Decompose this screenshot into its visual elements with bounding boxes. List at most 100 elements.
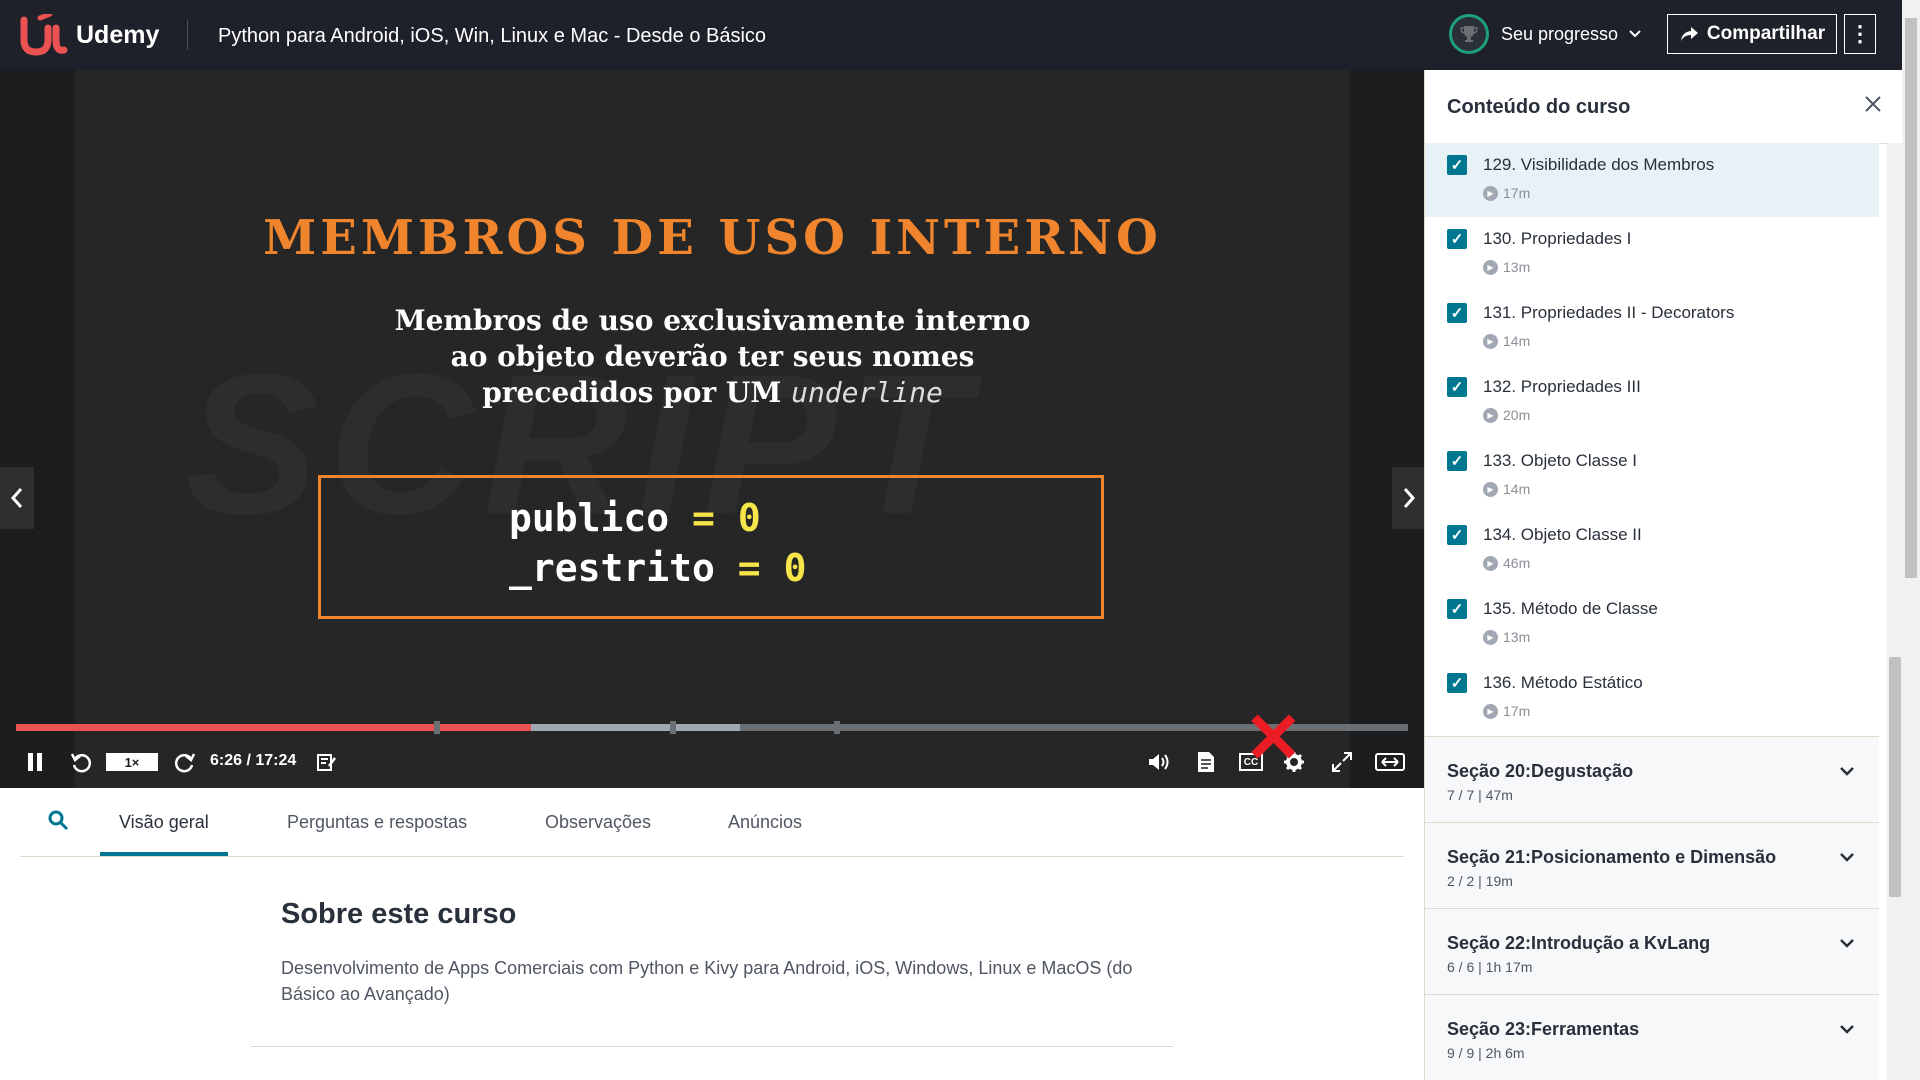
previous-lecture-button[interactable] (0, 467, 34, 529)
forward-button[interactable] (170, 737, 200, 787)
completed-checkbox[interactable]: ✓ (1447, 303, 1467, 323)
close-x-icon: ✕ (1244, 699, 1303, 777)
slide-line-italic: underline (791, 376, 943, 409)
progress-menu[interactable]: Seu progresso (1449, 14, 1644, 54)
section-meta: 7 / 7 | 47m (1447, 787, 1513, 803)
completed-checkbox[interactable]: ✓ (1447, 377, 1467, 397)
completed-checkbox[interactable]: ✓ (1447, 673, 1467, 693)
course-content-sidebar: Conteúdo do curso ✓ 129. Visibilidade dos… (1424, 70, 1920, 1080)
more-options-button[interactable]: ⋮ (1844, 14, 1876, 54)
close-icon (1865, 96, 1881, 112)
chapter-marker (834, 721, 840, 734)
about-title: Sobre este curso (281, 898, 517, 930)
code-operator: = (737, 546, 761, 590)
course-title[interactable]: Python para Android, iOS, Win, Linux e M… (218, 25, 766, 48)
completed-checkbox[interactable]: ✓ (1447, 599, 1467, 619)
video-slide: SCRIPT MEMBROS DE USO INTERNO Membros de… (75, 70, 1350, 788)
section-header[interactable]: Seção 22:Introdução a KvLang 6 / 6 | 1h 1… (1425, 908, 1879, 995)
play-icon: ▶ (1483, 629, 1498, 645)
volume-icon (1149, 754, 1169, 770)
header-divider (187, 20, 188, 50)
sidebar-scrollbar[interactable] (1887, 143, 1903, 1080)
lecture-item[interactable]: ✓ 131. Propriedades II - Decorators ▶ 14m (1425, 291, 1879, 365)
play-icon: ▶ (1483, 555, 1498, 571)
play-icon: ▶ (1483, 185, 1498, 201)
section-title: Seção 20:Degustação (1447, 761, 1634, 781)
section-header[interactable]: Seção 23:Ferramentas 9 / 9 | 2h 6m (1425, 994, 1879, 1080)
scrollbar-thumb[interactable] (1889, 657, 1901, 897)
pause-button[interactable] (20, 737, 50, 787)
slide-line: precedidos por UM underline (75, 375, 1350, 411)
next-lecture-button[interactable] (1392, 467, 1424, 529)
share-icon (1680, 27, 1698, 41)
completed-checkbox[interactable]: ✓ (1447, 155, 1467, 175)
lecture-item[interactable]: ✓ 130. Propriedades I ▶ 13m (1425, 217, 1879, 291)
add-note-button[interactable] (312, 737, 340, 787)
udemy-logo[interactable]: Udemy (20, 14, 159, 56)
duration-text: 13m (1503, 629, 1531, 645)
divider (251, 1046, 1173, 1047)
section-title: Seção 21:Posicionamento e Dimensão (1447, 847, 1777, 867)
lecture-item[interactable]: ✓ 133. Objeto Classe I ▶ 14m (1425, 439, 1879, 513)
lecture-item[interactable]: ✓ 129. Visibilidade dos Membros ▶ 17m (1425, 143, 1879, 217)
completed-checkbox[interactable]: ✓ (1447, 525, 1467, 545)
active-tab-indicator (100, 852, 228, 856)
lecture-item[interactable]: ✓ 134. Objeto Classe II ▶ 46m (1425, 513, 1879, 587)
lecture-duration: ▶ 13m (1483, 629, 1530, 645)
video-progress-bar[interactable] (16, 721, 1408, 734)
tab-announcements[interactable]: Anúncios (728, 812, 802, 833)
close-sidebar-button[interactable] (1857, 88, 1889, 120)
lecture-item[interactable]: ✓ 132. Propriedades III ▶ 20m (1425, 365, 1879, 439)
course-tabs: Visão geral Perguntas e respostas Observ… (20, 788, 1404, 857)
play-icon: ▶ (1483, 259, 1498, 275)
duration-text: 14m (1503, 333, 1531, 349)
duration-text: 17m (1503, 185, 1531, 201)
forward-icon (174, 753, 196, 773)
lecture-duration: ▶ 13m (1483, 259, 1530, 275)
chevron-down-icon (1629, 30, 1641, 38)
completed-checkbox[interactable]: ✓ (1447, 451, 1467, 471)
tab-notes[interactable]: Observações (545, 812, 651, 833)
chevron-down-icon (1840, 939, 1854, 948)
code-line: publico = 0 (509, 496, 761, 540)
chapter-marker (670, 721, 676, 734)
play-icon: ▶ (1483, 703, 1498, 719)
section-meta: 2 / 2 | 19m (1447, 873, 1513, 889)
transcript-button[interactable] (1192, 737, 1220, 787)
lecture-item[interactable]: ✓ 136. Método Estático ▶ 17m (1425, 661, 1879, 735)
tab-overview[interactable]: Visão geral (119, 812, 209, 833)
time-display: 6:26 / 17:24 (210, 752, 297, 769)
completed-checkbox[interactable]: ✓ (1447, 229, 1467, 249)
section-header[interactable]: Seção 21:Posicionamento e Dimensão 2 / 2 … (1425, 822, 1879, 909)
lecture-duration: ▶ 17m (1483, 703, 1530, 719)
video-player[interactable]: SCRIPT MEMBROS DE USO INTERNO Membros de… (0, 70, 1424, 788)
code-value: 0 (737, 496, 761, 540)
chevron-left-icon (10, 488, 23, 508)
theater-mode-button[interactable] (1374, 737, 1406, 787)
duration-text: 14m (1503, 481, 1531, 497)
share-button[interactable]: Compartilhar (1667, 14, 1837, 54)
fullscreen-button[interactable] (1328, 737, 1356, 787)
lecture-duration: ▶ 17m (1483, 185, 1530, 201)
volume-button[interactable] (1144, 737, 1174, 787)
code-value: 0 (783, 546, 807, 590)
rewind-icon (70, 753, 92, 773)
brand-name: Udemy (76, 20, 160, 49)
expand-icon (1332, 752, 1352, 772)
section-title: Seção 23:Ferramentas (1447, 1019, 1640, 1039)
lecture-item[interactable]: ✓ 135. Método de Classe ▶ 13m (1425, 587, 1879, 661)
tab-questions[interactable]: Perguntas e respostas (287, 812, 467, 833)
sidebar-header: Conteúdo do curso (1425, 70, 1902, 144)
search-icon[interactable] (46, 808, 70, 832)
chevron-down-icon (1840, 1025, 1854, 1034)
rewind-button[interactable] (66, 737, 96, 787)
code-line: _restrito = 0 (509, 546, 806, 590)
scrollbar-thumb[interactable] (1905, 18, 1917, 578)
section-header[interactable]: Seção 20:Degustação 7 / 7 | 47m (1425, 736, 1879, 823)
playback-speed-button[interactable]: 1× (106, 753, 158, 771)
window-scrollbar[interactable] (1902, 0, 1920, 1080)
code-box: publico = 0 _restrito = 0 (318, 475, 1104, 619)
played-range (16, 724, 532, 731)
lecture-title: 136. Método Estático (1483, 673, 1643, 692)
slide-subtitle: Membros de uso exclusivamente interno ao… (75, 303, 1350, 411)
